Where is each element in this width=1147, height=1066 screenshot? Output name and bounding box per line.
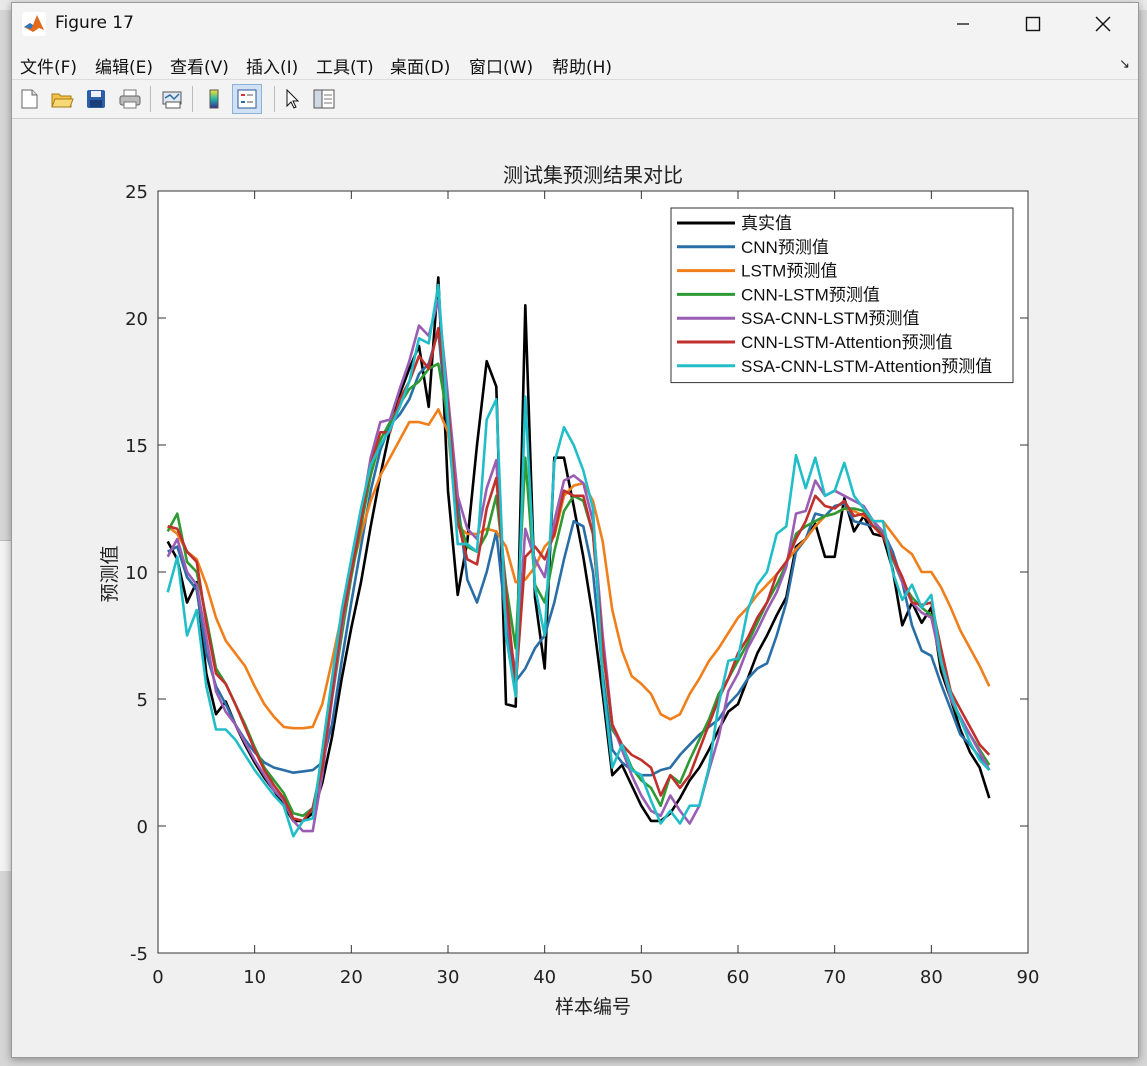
link-plot-icon [162, 91, 182, 109]
print-figure-button[interactable] [115, 84, 145, 114]
y-tick-label: 5 [137, 690, 148, 711]
x-tick-label: 30 [437, 967, 460, 988]
x-axis-label: 样本编号 [555, 996, 631, 1018]
y-tick-label: 25 [125, 182, 148, 203]
legend-entry: 真实值 [741, 214, 792, 233]
legend-icon [237, 89, 257, 109]
figure-canvas: 测试集预测结果对比 样本编号 预测值 0 10 20 30 40 50 60 70 80 90 -5… [12, 119, 1138, 1057]
y-tick-label: -5 [130, 944, 148, 965]
x-tick-label: 50 [630, 967, 653, 988]
figure-window: Figure 17 文件(F) 编辑(E) 查看(V) 插入(I) 工具(T) … [11, 2, 1139, 1058]
line-chart: 测试集预测结果对比 样本编号 预测值 0 10 20 30 40 50 60 70 80 90-5… [99, 163, 1040, 1018]
toolbar-separator [192, 86, 193, 112]
legend-entry: CNN预测值 [741, 238, 829, 257]
legend-entry: CNN-LSTM预测值 [741, 285, 880, 304]
property-inspector-button[interactable] [309, 84, 339, 114]
maximize-button[interactable] [998, 3, 1068, 45]
insert-legend-button[interactable] [232, 84, 262, 114]
y-tick-label: 0 [137, 817, 148, 838]
menu-help[interactable]: 帮助(H) [552, 53, 612, 78]
y-tick-label: 10 [125, 563, 148, 584]
legend-entry: SSA-CNN-LSTM-Attention预测值 [741, 357, 992, 376]
legend-entry: SSA-CNN-LSTM预测值 [741, 309, 920, 328]
open-file-button[interactable] [47, 84, 77, 114]
menu-dock-arrow-icon[interactable]: ↘ [1119, 57, 1130, 72]
y-tick-label: 20 [125, 309, 148, 330]
legend-entry: CNN-LSTM-Attention预测值 [741, 333, 953, 352]
window-title: Figure 17 [55, 13, 134, 33]
x-tick-label: 40 [533, 967, 556, 988]
menu-view[interactable]: 查看(V) [170, 53, 229, 78]
maximize-icon [1025, 16, 1041, 32]
new-file-icon [21, 89, 38, 109]
x-tick-label: 10 [243, 967, 266, 988]
printer-icon [119, 89, 141, 109]
title-bar: Figure 17 [12, 3, 1138, 45]
link-plot-button[interactable] [157, 84, 187, 114]
menu-bar: 文件(F) 编辑(E) 查看(V) 插入(I) 工具(T) 桌面(D) 窗口(W… [12, 45, 1138, 80]
new-figure-button[interactable] [14, 84, 44, 114]
save-figure-button[interactable] [81, 84, 111, 114]
chart-title: 测试集预测结果对比 [503, 163, 683, 187]
matlab-logo-icon [22, 12, 46, 36]
pointer-arrow-icon [286, 88, 300, 109]
menu-window[interactable]: 窗口(W) [469, 53, 533, 78]
menu-insert[interactable]: 插入(I) [246, 53, 298, 78]
property-panel-icon [313, 89, 335, 109]
toolbar-separator [150, 86, 151, 112]
minimize-icon [957, 23, 969, 25]
y-axis-label: 预测值 [99, 545, 121, 602]
legend-entry: LSTM预测值 [741, 262, 837, 281]
close-icon [1095, 16, 1111, 32]
x-tick-label: 60 [727, 967, 750, 988]
x-tick-label: 80 [920, 967, 943, 988]
menu-edit[interactable]: 编辑(E) [95, 53, 153, 78]
close-button[interactable] [1068, 3, 1138, 45]
save-disk-icon [87, 90, 105, 108]
y-tick-label: 15 [125, 436, 148, 457]
menu-desktop[interactable]: 桌面(D) [390, 53, 450, 78]
x-tick-label: 0 [152, 967, 163, 988]
menu-tools[interactable]: 工具(T) [316, 53, 374, 78]
menu-file[interactable]: 文件(F) [20, 53, 77, 78]
legend[interactable]: 真实值 CNN预测值 LSTM预测值 CNN-LSTM预测值 SSA-CNN-LSTM预… [670, 207, 1014, 384]
open-folder-icon [51, 93, 74, 108]
colorbar-icon [209, 89, 219, 109]
edit-plot-button[interactable] [277, 84, 307, 114]
minimize-button[interactable] [928, 3, 998, 45]
toolbar-separator [274, 86, 275, 112]
x-tick-label: 20 [340, 967, 363, 988]
toolbar [12, 80, 1138, 119]
insert-colorbar-button[interactable] [199, 84, 229, 114]
x-tick-label: 70 [823, 967, 846, 988]
x-tick-label: 90 [1017, 967, 1040, 988]
